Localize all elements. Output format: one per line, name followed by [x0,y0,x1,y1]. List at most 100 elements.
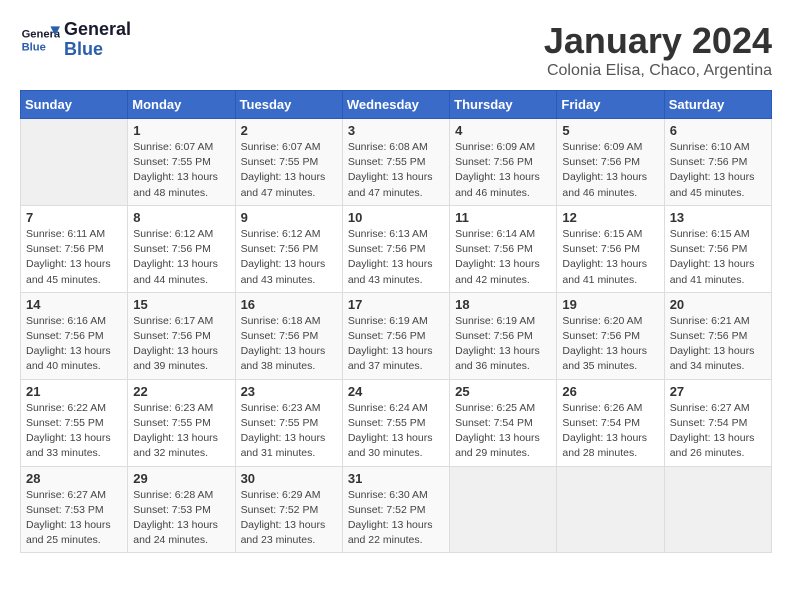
day-info: Sunrise: 6:29 AM Sunset: 7:52 PM Dayligh… [241,488,337,549]
day-number: 19 [562,297,658,312]
calendar-cell: 22 Sunrise: 6:23 AM Sunset: 7:55 PM Dayli… [128,379,235,466]
column-header-friday: Friday [557,91,664,119]
day-info: Sunrise: 6:17 AM Sunset: 7:56 PM Dayligh… [133,314,229,375]
day-info: Sunrise: 6:07 AM Sunset: 7:55 PM Dayligh… [241,140,337,201]
calendar-cell: 1 Sunrise: 6:07 AM Sunset: 7:55 PM Daylig… [128,119,235,206]
day-info: Sunrise: 6:25 AM Sunset: 7:54 PM Dayligh… [455,401,551,462]
day-info: Sunrise: 6:07 AM Sunset: 7:55 PM Dayligh… [133,140,229,201]
logo-icon: General Blue [20,20,60,60]
calendar-title: January 2024 [544,20,772,62]
day-number: 3 [348,123,444,138]
svg-text:Blue: Blue [22,41,46,53]
calendar-cell: 23 Sunrise: 6:23 AM Sunset: 7:55 PM Dayli… [235,379,342,466]
day-number: 4 [455,123,551,138]
day-info: Sunrise: 6:08 AM Sunset: 7:55 PM Dayligh… [348,140,444,201]
day-info: Sunrise: 6:26 AM Sunset: 7:54 PM Dayligh… [562,401,658,462]
column-header-tuesday: Tuesday [235,91,342,119]
column-header-saturday: Saturday [664,91,771,119]
day-number: 22 [133,384,229,399]
column-header-thursday: Thursday [450,91,557,119]
day-info: Sunrise: 6:09 AM Sunset: 7:56 PM Dayligh… [455,140,551,201]
calendar-header-row: SundayMondayTuesdayWednesdayThursdayFrid… [21,91,772,119]
calendar-cell: 18 Sunrise: 6:19 AM Sunset: 7:56 PM Dayli… [450,292,557,379]
day-info: Sunrise: 6:19 AM Sunset: 7:56 PM Dayligh… [348,314,444,375]
calendar-cell: 10Sunrise: 6:13 AM Sunset: 7:56 PM Dayli… [342,205,449,292]
calendar-cell: 9Sunrise: 6:12 AM Sunset: 7:56 PM Daylig… [235,205,342,292]
day-number: 24 [348,384,444,399]
day-number: 13 [670,210,766,225]
day-info: Sunrise: 6:23 AM Sunset: 7:55 PM Dayligh… [241,401,337,462]
calendar-cell: 29Sunrise: 6:28 AM Sunset: 7:53 PM Dayli… [128,466,235,553]
calendar-cell: 17 Sunrise: 6:19 AM Sunset: 7:56 PM Dayli… [342,292,449,379]
logo-blue: Blue [64,40,131,60]
day-number: 1 [133,123,229,138]
column-header-wednesday: Wednesday [342,91,449,119]
day-info: Sunrise: 6:16 AM Sunset: 7:56 PM Dayligh… [26,314,122,375]
calendar-cell: 26Sunrise: 6:26 AM Sunset: 7:54 PM Dayli… [557,379,664,466]
day-number: 15 [133,297,229,312]
day-number: 21 [26,384,122,399]
logo-general: General [64,20,131,40]
calendar-week-row: 14 Sunrise: 6:16 AM Sunset: 7:56 PM Dayli… [21,292,772,379]
day-info: Sunrise: 6:27 AM Sunset: 7:53 PM Dayligh… [26,488,122,549]
calendar-cell: 31 Sunrise: 6:30 AM Sunset: 7:52 PM Dayli… [342,466,449,553]
calendar-cell: 25 Sunrise: 6:25 AM Sunset: 7:54 PM Dayli… [450,379,557,466]
logo-text: General Blue [64,20,131,60]
calendar-cell: 11Sunrise: 6:14 AM Sunset: 7:56 PM Dayli… [450,205,557,292]
day-info: Sunrise: 6:14 AM Sunset: 7:56 PM Dayligh… [455,227,551,288]
day-number: 28 [26,471,122,486]
day-number: 16 [241,297,337,312]
calendar-cell: 15 Sunrise: 6:17 AM Sunset: 7:56 PM Dayli… [128,292,235,379]
calendar-cell: 21 Sunrise: 6:22 AM Sunset: 7:55 PM Dayli… [21,379,128,466]
calendar-week-row: 7 Sunrise: 6:11 AM Sunset: 7:56 PM Daylig… [21,205,772,292]
calendar-cell: 14 Sunrise: 6:16 AM Sunset: 7:56 PM Dayli… [21,292,128,379]
day-number: 5 [562,123,658,138]
day-info: Sunrise: 6:11 AM Sunset: 7:56 PM Dayligh… [26,227,122,288]
day-info: Sunrise: 6:12 AM Sunset: 7:56 PM Dayligh… [241,227,337,288]
calendar-cell: 24 Sunrise: 6:24 AM Sunset: 7:55 PM Dayli… [342,379,449,466]
day-number: 23 [241,384,337,399]
calendar-cell: 3 Sunrise: 6:08 AM Sunset: 7:55 PM Daylig… [342,119,449,206]
day-info: Sunrise: 6:30 AM Sunset: 7:52 PM Dayligh… [348,488,444,549]
page-header: General Blue General Blue January 2024 C… [20,20,772,80]
day-number: 12 [562,210,658,225]
calendar-week-row: 1 Sunrise: 6:07 AM Sunset: 7:55 PM Daylig… [21,119,772,206]
calendar-cell: 16 Sunrise: 6:18 AM Sunset: 7:56 PM Dayli… [235,292,342,379]
day-info: Sunrise: 6:19 AM Sunset: 7:56 PM Dayligh… [455,314,551,375]
day-number: 8 [133,210,229,225]
day-info: Sunrise: 6:24 AM Sunset: 7:55 PM Dayligh… [348,401,444,462]
calendar-cell [450,466,557,553]
calendar-cell: 19Sunrise: 6:20 AM Sunset: 7:56 PM Dayli… [557,292,664,379]
day-number: 29 [133,471,229,486]
logo: General Blue General Blue [20,20,131,60]
calendar-cell: 7 Sunrise: 6:11 AM Sunset: 7:56 PM Daylig… [21,205,128,292]
day-number: 31 [348,471,444,486]
day-info: Sunrise: 6:21 AM Sunset: 7:56 PM Dayligh… [670,314,766,375]
calendar-cell: 12Sunrise: 6:15 AM Sunset: 7:56 PM Dayli… [557,205,664,292]
calendar-week-row: 21 Sunrise: 6:22 AM Sunset: 7:55 PM Dayli… [21,379,772,466]
calendar-cell [557,466,664,553]
column-header-monday: Monday [128,91,235,119]
calendar-cell: 2 Sunrise: 6:07 AM Sunset: 7:55 PM Daylig… [235,119,342,206]
calendar-table: SundayMondayTuesdayWednesdayThursdayFrid… [20,90,772,553]
day-info: Sunrise: 6:18 AM Sunset: 7:56 PM Dayligh… [241,314,337,375]
day-number: 7 [26,210,122,225]
day-info: Sunrise: 6:22 AM Sunset: 7:55 PM Dayligh… [26,401,122,462]
calendar-cell: 5Sunrise: 6:09 AM Sunset: 7:56 PM Daylig… [557,119,664,206]
day-number: 14 [26,297,122,312]
calendar-cell: 28 Sunrise: 6:27 AM Sunset: 7:53 PM Dayli… [21,466,128,553]
calendar-cell: 8 Sunrise: 6:12 AM Sunset: 7:56 PM Daylig… [128,205,235,292]
day-number: 2 [241,123,337,138]
day-number: 17 [348,297,444,312]
day-info: Sunrise: 6:12 AM Sunset: 7:56 PM Dayligh… [133,227,229,288]
title-block: January 2024 Colonia Elisa, Chaco, Argen… [544,20,772,80]
day-number: 18 [455,297,551,312]
day-info: Sunrise: 6:23 AM Sunset: 7:55 PM Dayligh… [133,401,229,462]
calendar-cell [664,466,771,553]
day-number: 30 [241,471,337,486]
day-number: 25 [455,384,551,399]
calendar-cell [21,119,128,206]
day-info: Sunrise: 6:13 AM Sunset: 7:56 PM Dayligh… [348,227,444,288]
calendar-cell: 4 Sunrise: 6:09 AM Sunset: 7:56 PM Daylig… [450,119,557,206]
calendar-cell: 20Sunrise: 6:21 AM Sunset: 7:56 PM Dayli… [664,292,771,379]
